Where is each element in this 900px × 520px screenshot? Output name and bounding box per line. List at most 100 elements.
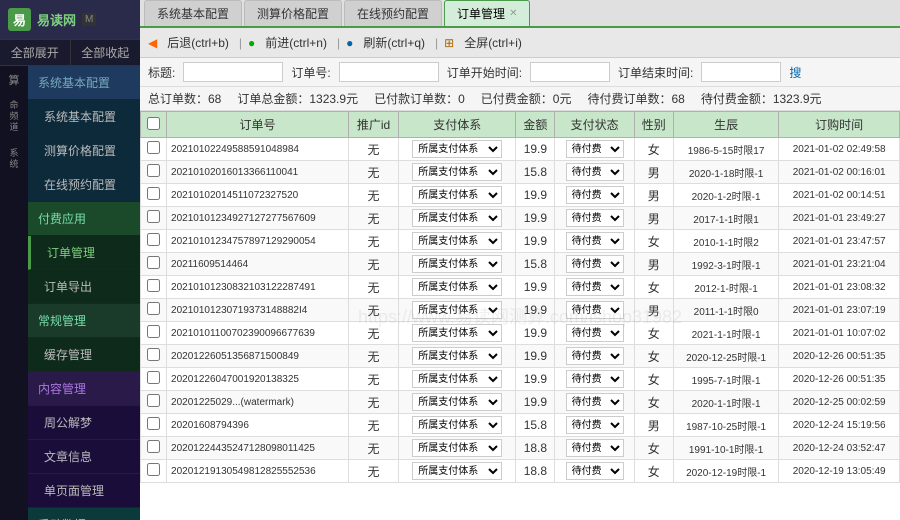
row-pay-status[interactable]: 待付费 已付费	[555, 161, 634, 184]
forward-button[interactable]: 前进(ctrl+n)	[261, 32, 331, 53]
pay-sys-select[interactable]: 所属支付体系 支付宝 微信	[412, 439, 502, 457]
pay-sys-select[interactable]: 所属支付体系 支付宝 微信	[412, 301, 502, 319]
start-time-input[interactable]	[530, 62, 610, 82]
sidebar-item-dreams[interactable]: 周公解梦	[28, 406, 140, 440]
row-pay-status[interactable]: 待付费 已付费	[555, 345, 634, 368]
row-pay-sys[interactable]: 所属支付体系 支付宝 微信	[399, 414, 516, 437]
tab-booking-config[interactable]: 在线预约配置	[344, 0, 442, 26]
row-checkbox[interactable]	[141, 207, 167, 230]
row-pay-sys[interactable]: 所属支付体系 支付宝 微信	[399, 161, 516, 184]
pay-status-select[interactable]: 待付费 已付费	[566, 439, 624, 457]
row-select-checkbox[interactable]	[147, 417, 160, 430]
tab-price-config[interactable]: 测算价格配置	[244, 0, 342, 26]
row-pay-sys[interactable]: 所属支付体系 支付宝 微信	[399, 184, 516, 207]
row-pay-status[interactable]: 待付费 已付费	[555, 391, 634, 414]
row-pay-sys[interactable]: 所属支付体系 支付宝 微信	[399, 253, 516, 276]
row-pay-sys[interactable]: 所属支付体系 支付宝 微信	[399, 322, 516, 345]
row-pay-status[interactable]: 待付费 已付费	[555, 253, 634, 276]
pay-sys-select[interactable]: 所属支付体系 支付宝 微信	[412, 347, 502, 365]
sidebar-item-cache-mgmt[interactable]: 缓存管理	[28, 338, 140, 372]
sidebar-item-price-config[interactable]: 测算价格配置	[28, 134, 140, 168]
back-button[interactable]: 后退(ctrl+b)	[163, 32, 233, 53]
row-pay-status[interactable]: 待付费 已付费	[555, 299, 634, 322]
row-checkbox[interactable]	[141, 345, 167, 368]
sidebar-item-booking-config[interactable]: 在线预约配置	[28, 168, 140, 202]
row-pay-sys[interactable]: 所属支付体系 支付宝 微信	[399, 138, 516, 161]
row-select-checkbox[interactable]	[147, 440, 160, 453]
row-select-checkbox[interactable]	[147, 210, 160, 223]
pay-sys-select[interactable]: 所属支付体系 支付宝 微信	[412, 140, 502, 158]
row-select-checkbox[interactable]	[147, 164, 160, 177]
row-pay-status[interactable]: 待付费 已付费	[555, 460, 634, 483]
row-select-checkbox[interactable]	[147, 141, 160, 154]
row-checkbox[interactable]	[141, 276, 167, 299]
row-pay-status[interactable]: 待付费 已付费	[555, 207, 634, 230]
sidebar-item-order-mgmt[interactable]: 订单管理	[28, 236, 140, 270]
row-pay-sys[interactable]: 所属支付体系 支付宝 微信	[399, 368, 516, 391]
row-checkbox[interactable]	[141, 138, 167, 161]
pay-sys-select[interactable]: 所属支付体系 支付宝 微信	[412, 186, 502, 204]
pay-sys-select[interactable]: 所属支付体系 支付宝 微信	[412, 324, 502, 342]
row-checkbox[interactable]	[141, 299, 167, 322]
pay-sys-select[interactable]: 所属支付体系 支付宝 微信	[412, 393, 502, 411]
tab-order-mgmt[interactable]: 订单管理 ✕	[444, 0, 530, 26]
row-pay-sys[interactable]: 所属支付体系 支付宝 微信	[399, 276, 516, 299]
tab-sys-config[interactable]: 系统基本配置	[144, 0, 242, 26]
row-pay-status[interactable]: 待付费 已付费	[555, 414, 634, 437]
pay-status-select[interactable]: 待付费 已付费	[566, 462, 624, 480]
row-checkbox[interactable]	[141, 253, 167, 276]
row-select-checkbox[interactable]	[147, 302, 160, 315]
row-select-checkbox[interactable]	[147, 394, 160, 407]
row-pay-status[interactable]: 待付费 已付费	[555, 368, 634, 391]
pay-status-select[interactable]: 待付费 已付费	[566, 324, 624, 342]
pay-status-select[interactable]: 待付费 已付费	[566, 347, 624, 365]
sidebar-item-basic-config[interactable]: 系统基本配置	[28, 100, 140, 134]
row-checkbox[interactable]	[141, 230, 167, 253]
row-checkbox[interactable]	[141, 391, 167, 414]
row-checkbox[interactable]	[141, 368, 167, 391]
collapse-all-btn[interactable]: 全部收起	[71, 40, 141, 65]
pay-status-select[interactable]: 待付费 已付费	[566, 232, 624, 250]
row-checkbox[interactable]	[141, 161, 167, 184]
pay-status-select[interactable]: 待付费 已付费	[566, 416, 624, 434]
row-checkbox[interactable]	[141, 437, 167, 460]
pay-status-select[interactable]: 待付费 已付费	[566, 301, 624, 319]
row-pay-status[interactable]: 待付费 已付费	[555, 437, 634, 460]
pay-status-select[interactable]: 待付费 已付费	[566, 393, 624, 411]
refresh-button[interactable]: 刷新(ctrl+q)	[359, 32, 429, 53]
title-input[interactable]	[183, 62, 283, 82]
row-pay-status[interactable]: 待付费 已付费	[555, 322, 634, 345]
pay-status-select[interactable]: 待付费 已付费	[566, 278, 624, 296]
row-select-checkbox[interactable]	[147, 463, 160, 476]
end-time-input[interactable]	[701, 62, 781, 82]
row-select-checkbox[interactable]	[147, 279, 160, 292]
sidebar-item-articles[interactable]: 文章信息	[28, 440, 140, 474]
row-select-checkbox[interactable]	[147, 348, 160, 361]
pay-status-select[interactable]: 待付费 已付费	[566, 140, 624, 158]
row-select-checkbox[interactable]	[147, 371, 160, 384]
fullscreen-button[interactable]: 全屏(ctrl+i)	[460, 32, 526, 53]
row-pay-sys[interactable]: 所属支付体系 支付宝 微信	[399, 230, 516, 253]
pay-status-select[interactable]: 待付费 已付费	[566, 186, 624, 204]
pay-sys-select[interactable]: 所属支付体系 支付宝 微信	[412, 462, 502, 480]
pay-sys-select[interactable]: 所属支付体系 支付宝 微信	[412, 416, 502, 434]
pay-sys-select[interactable]: 所属支付体系 支付宝 微信	[412, 370, 502, 388]
row-pay-sys[interactable]: 所属支付体系 支付宝 微信	[399, 460, 516, 483]
row-pay-status[interactable]: 待付费 已付费	[555, 184, 634, 207]
row-checkbox[interactable]	[141, 184, 167, 207]
row-checkbox[interactable]	[141, 460, 167, 483]
pay-sys-select[interactable]: 所属支付体系 支付宝 微信	[412, 255, 502, 273]
pay-status-select[interactable]: 待付费 已付费	[566, 163, 624, 181]
select-all-checkbox[interactable]	[147, 117, 160, 130]
sidebar-item-manual-data[interactable]: 手动数据	[28, 508, 140, 520]
pay-status-select[interactable]: 待付费 已付费	[566, 255, 624, 273]
row-select-checkbox[interactable]	[147, 256, 160, 269]
sidebar-item-regular-mgmt[interactable]: 常规管理	[28, 304, 140, 338]
sidebar-item-payment-app[interactable]: 付费应用	[28, 202, 140, 236]
pay-sys-select[interactable]: 所属支付体系 支付宝 微信	[412, 163, 502, 181]
sidebar-item-single-page[interactable]: 单页面管理	[28, 474, 140, 508]
sidebar-icon-sys[interactable]: 系统	[0, 142, 28, 176]
pay-sys-select[interactable]: 所属支付体系 支付宝 微信	[412, 232, 502, 250]
row-select-checkbox[interactable]	[147, 325, 160, 338]
search-trigger[interactable]: 搜	[789, 64, 801, 81]
